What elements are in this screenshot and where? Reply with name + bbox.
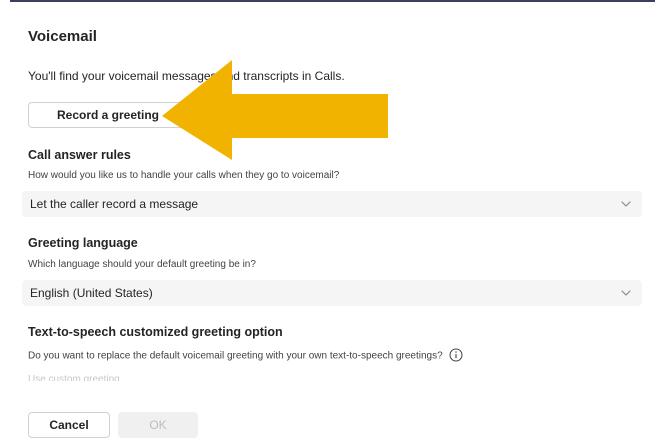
- ok-button[interactable]: OK: [118, 412, 198, 438]
- chevron-down-icon: [621, 290, 631, 296]
- cancel-button[interactable]: Cancel: [28, 412, 110, 438]
- info-icon[interactable]: [449, 348, 463, 362]
- tts-greeting-subtitle-row: Do you want to replace the default voice…: [28, 348, 463, 363]
- tts-greeting-subtitle: Do you want to replace the default voice…: [28, 350, 443, 362]
- call-answer-rules-selected: Let the caller record a message: [30, 197, 199, 211]
- arrow-left-icon: [162, 60, 388, 160]
- greeting-language-selected: English (United States): [30, 286, 153, 300]
- call-answer-rules-subtitle: How would you like us to handle your cal…: [28, 170, 340, 181]
- call-answer-rules-dropdown[interactable]: Let the caller record a message: [22, 191, 642, 217]
- call-answer-rules-title: Call answer rules: [28, 148, 131, 162]
- greeting-language-dropdown[interactable]: English (United States): [22, 280, 642, 306]
- greeting-language-subtitle: Which language should your default greet…: [28, 259, 256, 270]
- tts-greeting-title: Text-to-speech customized greeting optio…: [28, 325, 283, 339]
- top-divider: [10, 0, 655, 2]
- tts-greeting-faded-text: Use custom greeting: [28, 374, 120, 381]
- chevron-down-icon: [621, 201, 631, 207]
- page-title: Voicemail: [28, 28, 97, 45]
- greeting-language-title: Greeting language: [28, 236, 138, 250]
